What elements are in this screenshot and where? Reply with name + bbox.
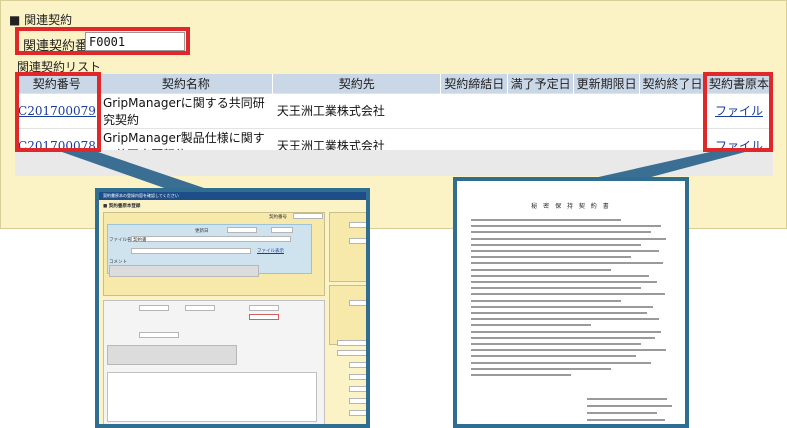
document-text-line bbox=[471, 299, 621, 302]
callout-right bbox=[585, 152, 745, 180]
preview-body: ■ 契約書原本登録 契約番号 更新日 ファイル名 契約書 ファイル表示 コメント bbox=[99, 200, 366, 424]
preview-file-name-label: ファイル名 bbox=[109, 238, 132, 243]
preview-side-field bbox=[349, 300, 366, 306]
preview-right-field bbox=[337, 340, 366, 346]
preview-file-name-field bbox=[131, 236, 291, 242]
preview-textarea-2 bbox=[107, 372, 317, 422]
document-signature-line bbox=[587, 412, 657, 414]
document-text-line bbox=[471, 305, 653, 308]
document-text-line bbox=[471, 274, 649, 277]
document-title: 秘 密 保 持 契 約 書 bbox=[531, 203, 611, 210]
preview-date-field bbox=[227, 227, 257, 233]
document-text-line bbox=[471, 262, 663, 265]
document-text-line bbox=[471, 237, 666, 240]
preview-date-label: 更新日 bbox=[195, 229, 209, 234]
document-text-line bbox=[471, 256, 631, 259]
document-text-line bbox=[471, 312, 647, 314]
preview-right-field bbox=[349, 362, 366, 368]
document-signature-line bbox=[587, 398, 667, 400]
document-text-line bbox=[471, 225, 661, 228]
document-text-line bbox=[471, 355, 636, 358]
document-text-line bbox=[471, 374, 571, 376]
callout-left bbox=[62, 152, 210, 190]
document-text-line bbox=[471, 243, 641, 246]
contract-registration-preview: 契約書原本の登録内容を確認してください ■ 契約書原本登録 契約番号 更新日 フ… bbox=[95, 188, 370, 428]
preview-comment-field bbox=[109, 265, 259, 277]
document-text-line bbox=[471, 361, 651, 364]
preview-subtitle: ■ 契約書原本登録 bbox=[103, 204, 141, 209]
preview-input bbox=[185, 305, 215, 311]
contract-document-preview: 秘 密 保 持 契 約 書 bbox=[453, 177, 689, 428]
preview-format-field bbox=[271, 227, 293, 233]
document-signature-line bbox=[587, 419, 665, 421]
document-text-line bbox=[471, 287, 641, 290]
document-text-line bbox=[471, 318, 659, 321]
preview-input bbox=[249, 305, 279, 311]
preview-side-box-2 bbox=[329, 285, 366, 345]
preview-number-label: 契約番号 bbox=[269, 215, 287, 220]
preview-textarea bbox=[107, 345, 237, 365]
preview-right-field bbox=[349, 374, 366, 380]
preview-input bbox=[249, 314, 279, 320]
document-text-line bbox=[471, 293, 665, 296]
preview-right-field bbox=[337, 350, 366, 356]
preview-file-link[interactable]: ファイル表示 bbox=[257, 248, 284, 254]
document-text-line bbox=[471, 281, 657, 283]
preview-side-field bbox=[349, 222, 366, 228]
preview-file-select bbox=[131, 248, 251, 254]
document-page: 秘 密 保 持 契 約 書 bbox=[467, 193, 675, 424]
preview-input bbox=[139, 305, 169, 311]
document-text-line bbox=[471, 231, 651, 234]
document-text-line bbox=[471, 343, 641, 345]
preview-number-field bbox=[293, 213, 323, 219]
preview-header: 契約書原本の登録内容を確認してください bbox=[99, 192, 366, 200]
document-text-line bbox=[471, 219, 621, 221]
document-text-line bbox=[471, 349, 666, 352]
document-text-line bbox=[471, 367, 611, 370]
document-text-line bbox=[471, 330, 661, 333]
document-text-line bbox=[471, 268, 611, 271]
document-text-line bbox=[471, 324, 591, 327]
preview-right-field bbox=[349, 398, 366, 404]
preview-side-field bbox=[349, 238, 366, 244]
preview-right-field bbox=[349, 410, 366, 416]
preview-input bbox=[139, 332, 179, 338]
document-text-line bbox=[471, 250, 659, 252]
document-signature-line bbox=[587, 405, 672, 407]
preview-file-name-value: 契約書 bbox=[133, 238, 147, 243]
document-text-line bbox=[471, 336, 655, 339]
preview-right-field bbox=[349, 386, 366, 392]
